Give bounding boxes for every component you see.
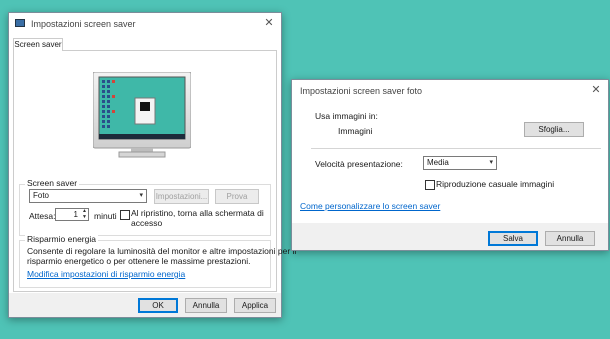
screensaver-selected-value: Foto — [33, 191, 50, 200]
shuffle-checkbox[interactable] — [425, 180, 435, 190]
tab-label: Screen saver — [14, 40, 62, 49]
window-title: Impostazioni screen saver foto — [300, 86, 423, 96]
title-bar[interactable]: Impostazioni screen saver ✕ — [9, 13, 281, 35]
separator — [311, 148, 601, 149]
save-button[interactable]: Salva — [488, 231, 538, 246]
speed-selected-value: Media — [427, 158, 449, 167]
monitor-preview — [92, 71, 192, 158]
browse-button[interactable]: Sfoglia... — [524, 122, 584, 137]
settings-button[interactable]: Impostazioni... — [154, 189, 209, 204]
stepper-arrows-icon[interactable]: ▲ ▼ — [82, 208, 87, 220]
preview-button[interactable]: Prova — [215, 189, 259, 204]
window-title: Impostazioni screen saver — [31, 19, 136, 29]
screensaver-settings-window: Impostazioni screen saver ✕ Screen saver — [8, 12, 296, 318]
close-icon[interactable]: ✕ — [263, 17, 275, 29]
apply-button[interactable]: Applica — [234, 298, 276, 313]
tab-screen-saver[interactable]: Screen saver — [13, 38, 63, 51]
folder-value: Immagini — [338, 126, 373, 136]
chevron-down-icon: ▾ — [489, 159, 493, 166]
chevron-down-icon: ▾ — [139, 192, 143, 199]
customize-link[interactable]: Come personalizzare lo screen saver — [300, 201, 440, 211]
speed-dropdown[interactable]: Media ▾ — [423, 156, 497, 170]
monitor-illustration — [92, 71, 192, 158]
cancel-button[interactable]: Annulla — [545, 231, 595, 246]
power-description-line2: risparmio energetico o per ottenere le m… — [27, 256, 251, 266]
close-icon[interactable]: ✕ — [590, 84, 602, 96]
wait-label: Attesa: — [29, 211, 56, 221]
wait-value: 1 — [73, 210, 78, 219]
power-description-line1: Consente di regolare la luminosità del m… — [27, 246, 297, 256]
shuffle-label: Riproduzione casuale immagini — [436, 179, 555, 189]
wait-stepper[interactable]: 1 ▲ ▼ — [55, 208, 89, 221]
title-bar[interactable]: Impostazioni screen saver foto ✕ — [292, 80, 608, 102]
monitor-icon — [15, 19, 25, 27]
resume-checkbox-label-line1: Al ripristino, torna alla schermata di — [131, 208, 264, 218]
minutes-label: minuti — [94, 211, 117, 221]
power-settings-link[interactable]: Modifica impostazioni di risparmio energ… — [27, 269, 185, 279]
screensaver-group-label: Screen saver — [25, 178, 80, 188]
power-group-label: Risparmio energia — [25, 234, 98, 244]
cancel-button[interactable]: Annulla — [185, 298, 227, 313]
photo-screensaver-settings-window: Impostazioni screen saver foto ✕ Usa imm… — [291, 79, 609, 251]
speed-label: Velocità presentazione: — [315, 159, 403, 169]
ok-button[interactable]: OK — [138, 298, 178, 313]
screensaver-dropdown[interactable]: Foto ▾ — [29, 189, 147, 203]
resume-checkbox-label-line2: accesso — [131, 218, 163, 228]
use-images-label: Usa immagini in: — [315, 111, 378, 121]
resume-checkbox[interactable] — [120, 210, 130, 220]
